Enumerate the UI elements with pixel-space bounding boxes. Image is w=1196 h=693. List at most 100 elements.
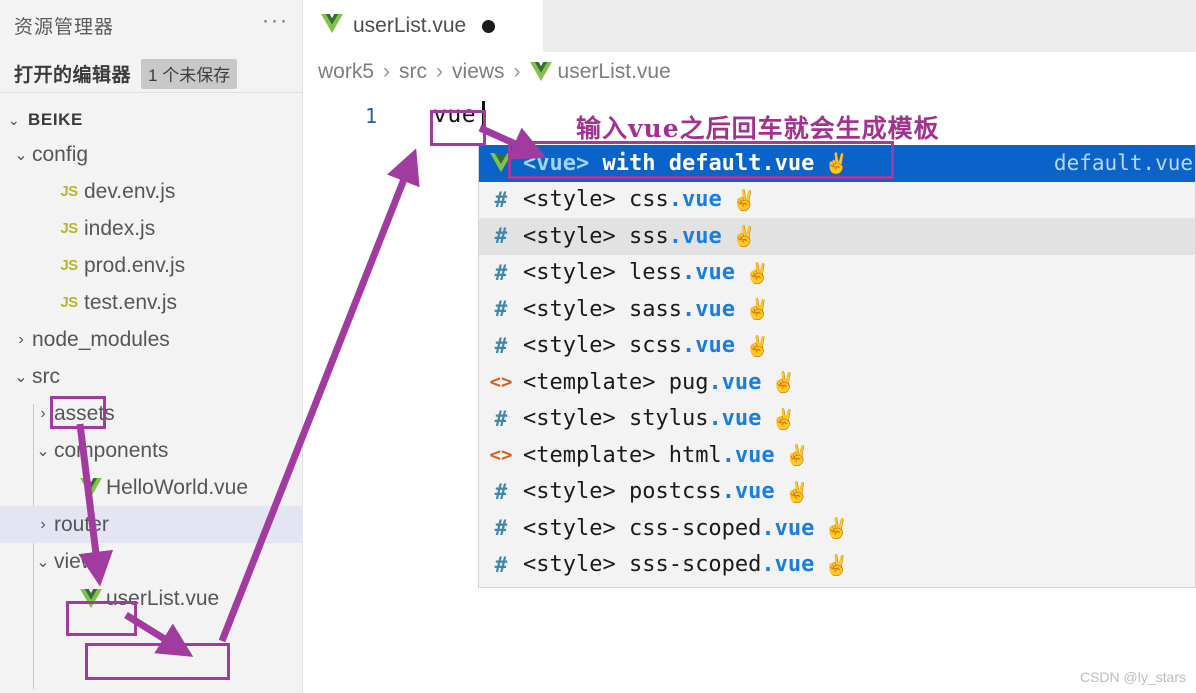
autocomplete-item-tag: <style> (523, 516, 616, 541)
hash-icon: # (479, 553, 523, 577)
chevron-right-icon[interactable]: › (10, 331, 32, 349)
template-icon: <> (479, 371, 523, 393)
chevron-right-icon: › (514, 60, 521, 84)
autocomplete-dropdown[interactable]: <vue> with default.vue✌️default.vue#<sty… (478, 145, 1196, 588)
code-line-text: vue (433, 102, 476, 128)
autocomplete-item[interactable]: #<style> scss.vue✌️ (479, 328, 1195, 365)
tree-item-node-modules[interactable]: ›node_modules (0, 321, 303, 358)
tree-item-dev-env-js[interactable]: JSdev.env.js (0, 173, 303, 210)
autocomplete-item[interactable]: #<style> stylus.vue✌️ (479, 401, 1195, 438)
breadcrumb-item-views[interactable]: views (452, 60, 505, 84)
unsaved-count-badge: 1 个未保存 (141, 59, 237, 89)
hand-icon: ✌️ (732, 188, 757, 212)
hand-icon: ✌️ (824, 553, 849, 577)
autocomplete-item[interactable]: <><template> html.vue✌️ (479, 437, 1195, 474)
hand-icon: ✌️ (732, 224, 757, 248)
tree-item-label: index.js (84, 217, 155, 241)
autocomplete-item-name: sass (616, 297, 682, 322)
tree-item-label: config (32, 143, 88, 167)
autocomplete-item-label: <template> html.vue (523, 443, 775, 468)
workspace-root-row[interactable]: ⌄ BEIKE (0, 103, 303, 137)
dirty-indicator-icon[interactable] (482, 20, 495, 33)
tree-item-label: components (54, 439, 168, 463)
explorer-sidebar: 资源管理器 ··· 打开的编辑器 1 个未保存 ⌄ BEIKE ⌄config … (0, 0, 303, 693)
vscode-window: 资源管理器 ··· 打开的编辑器 1 个未保存 ⌄ BEIKE ⌄config … (0, 0, 1196, 693)
autocomplete-item-suffix: .vue (682, 297, 735, 322)
open-editors-section[interactable]: 打开的编辑器 1 个未保存 (0, 55, 303, 93)
chevron-down-icon[interactable]: ⌄ (32, 441, 54, 461)
twisty-spacer (54, 479, 76, 497)
tab-bar: userList.vue (303, 0, 1196, 52)
autocomplete-item-name: css (616, 187, 669, 212)
tree-item-userlist-vue[interactable]: userList.vue (0, 580, 303, 617)
breadcrumb-item-work5[interactable]: work5 (318, 60, 374, 84)
js-icon: JS (54, 257, 84, 274)
chevron-right-icon: › (383, 60, 390, 84)
line-number: 1 (365, 104, 377, 128)
autocomplete-item[interactable]: #<style> sass.vue✌️ (479, 291, 1195, 328)
tree-item-src[interactable]: ⌄src (0, 358, 303, 395)
autocomplete-item-name: sss (616, 224, 669, 249)
hand-icon: ✌️ (745, 297, 770, 321)
chevron-down-icon[interactable]: ⌄ (32, 552, 54, 572)
twisty-spacer (32, 220, 54, 238)
autocomplete-item-name: html (655, 443, 721, 468)
tree-item-label: userList.vue (106, 587, 219, 611)
hand-icon: ✌️ (771, 407, 796, 431)
tree-item-assets[interactable]: ›assets (0, 395, 303, 432)
autocomplete-item-name: css-scoped (616, 516, 762, 541)
tree-item-helloworld-vue[interactable]: HelloWorld.vue (0, 469, 303, 506)
autocomplete-item-suffix: .vue (669, 187, 722, 212)
js-icon: JS (54, 220, 84, 237)
template-icon: <> (479, 444, 523, 466)
more-actions-icon[interactable]: ··· (262, 16, 289, 34)
chevron-right-icon[interactable]: › (32, 405, 54, 423)
breadcrumb-item-file[interactable]: userList.vue (558, 60, 671, 84)
tab-userlist-vue[interactable]: userList.vue (303, 0, 543, 52)
hash-icon: # (479, 480, 523, 504)
autocomplete-item-label: <vue> with default.vue (523, 151, 814, 176)
autocomplete-item[interactable]: #<style> css.vue✌️ (479, 182, 1195, 219)
autocomplete-item-tag: <style> (523, 333, 616, 358)
chevron-down-icon[interactable]: ⌄ (10, 367, 32, 387)
autocomplete-item-suffix: .vue (761, 516, 814, 541)
autocomplete-item[interactable]: <><template> pug.vue✌️ (479, 364, 1195, 401)
tree-item-router[interactable]: ›router (0, 506, 303, 543)
hand-icon: ✌️ (745, 261, 770, 285)
autocomplete-item[interactable]: #<style> less.vue✌️ (479, 255, 1195, 292)
autocomplete-item[interactable]: <vue> with default.vue✌️default.vue (479, 145, 1195, 182)
breadcrumb-item-src[interactable]: src (399, 60, 427, 84)
autocomplete-item-suffix: .vue (761, 552, 814, 577)
autocomplete-item-tag: <style> (523, 224, 616, 249)
autocomplete-item-label: <style> css-scoped.vue (523, 516, 814, 541)
autocomplete-item-name: postcss (616, 479, 722, 504)
tree-item-views[interactable]: ⌄views (0, 543, 303, 580)
chevron-right-icon[interactable]: › (32, 516, 54, 534)
tree-item-prod-env-js[interactable]: JSprod.env.js (0, 247, 303, 284)
hash-icon: # (479, 334, 523, 358)
autocomplete-item-detail: default.vue (1054, 145, 1195, 182)
autocomplete-item[interactable]: #<style> sss.vue✌️ (479, 218, 1195, 255)
autocomplete-item-tag: <template> (523, 443, 655, 468)
tree-item-test-env-js[interactable]: JStest.env.js (0, 284, 303, 321)
autocomplete-item[interactable]: #<style> postcss.vue✌️ (479, 474, 1195, 511)
tree-item-label: views (54, 550, 107, 574)
autocomplete-item-label: <template> pug.vue (523, 370, 761, 395)
autocomplete-item[interactable]: #<style> sss-scoped.vue✌️ (479, 547, 1195, 584)
vue-icon (76, 478, 106, 498)
tree-item-components[interactable]: ⌄components (0, 432, 303, 469)
twisty-spacer (54, 590, 76, 608)
tree-item-config[interactable]: ⌄config (0, 136, 303, 173)
autocomplete-item-suffix: .vue (669, 224, 722, 249)
js-icon: JS (54, 294, 84, 311)
hash-icon: # (479, 407, 523, 431)
breadcrumb: work5 › src › views › userList.vue (303, 52, 1196, 92)
autocomplete-item-suffix: .vue (722, 479, 775, 504)
autocomplete-item-tag: <style> (523, 552, 616, 577)
autocomplete-item-tag: <vue> (523, 151, 589, 176)
autocomplete-item-tag: <style> (523, 406, 616, 431)
chevron-down-icon[interactable]: ⌄ (10, 145, 32, 165)
autocomplete-item[interactable]: #<style> css-scoped.vue✌️ (479, 510, 1195, 547)
tree-item-index-js[interactable]: JSindex.js (0, 210, 303, 247)
twisty-spacer (32, 257, 54, 275)
